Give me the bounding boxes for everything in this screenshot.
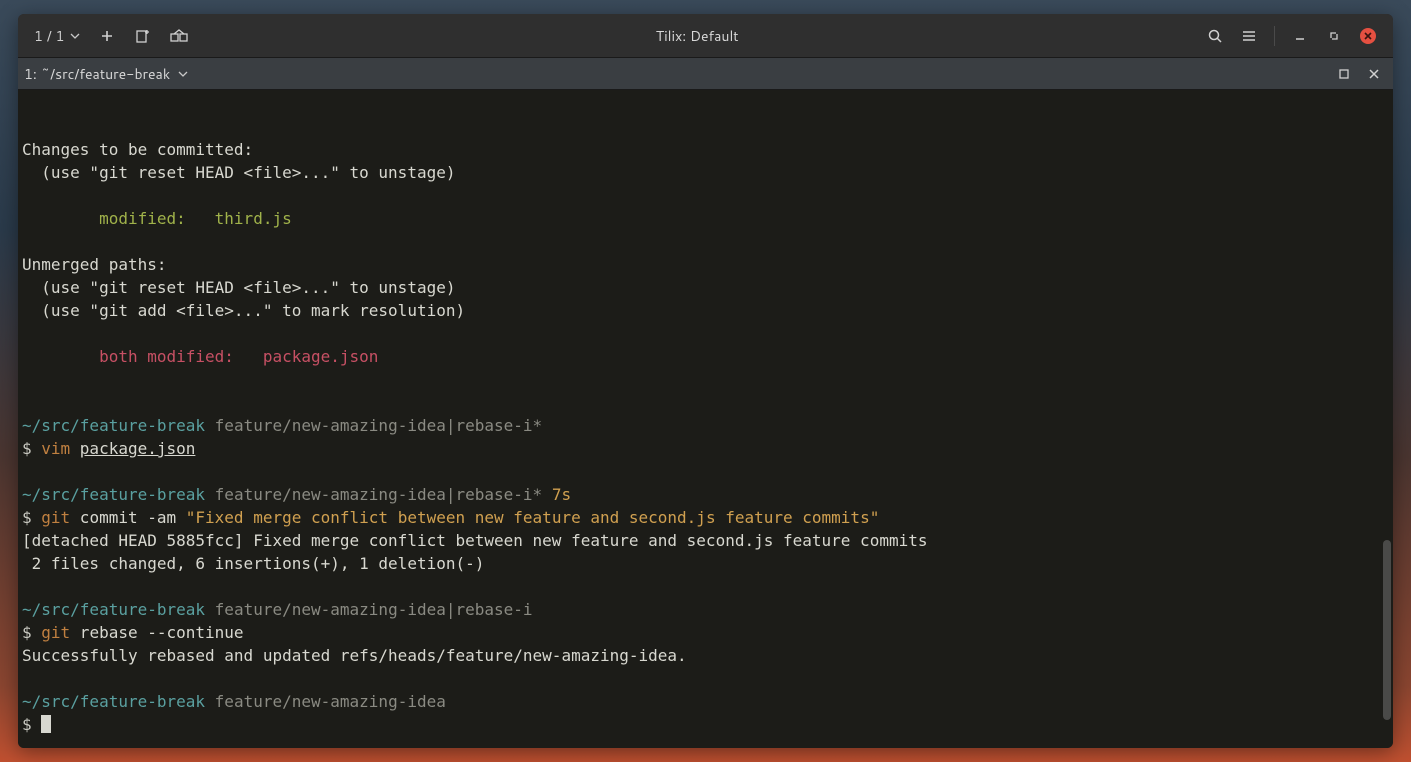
- command-line: $: [22, 715, 51, 734]
- sync-icon: [170, 29, 188, 43]
- prompt-line: ~/src/feature-break feature/new-amazing-…: [22, 485, 571, 504]
- prompt-cwd: ~/src/feature-break: [22, 485, 205, 504]
- close-icon: [1360, 28, 1376, 44]
- command-line: $ git rebase --continue: [22, 623, 244, 642]
- git-status-hint: (use "git reset HEAD <file>..." to unsta…: [22, 163, 455, 182]
- prompt-cwd: ~/src/feature-break: [22, 416, 205, 435]
- chevron-down-icon: [178, 69, 188, 79]
- prompt-cwd: ~/src/feature-break: [22, 692, 205, 711]
- git-status-header: Changes to be committed:: [22, 140, 253, 159]
- session-counter[interactable]: 1 / 1: [28, 26, 86, 46]
- sync-input-button[interactable]: [164, 22, 194, 50]
- command-args: rebase --continue: [70, 623, 243, 642]
- prompt-branch: feature/new-amazing-idea: [215, 692, 446, 711]
- git-unmerged-hint: (use "git add <file>..." to mark resolut…: [22, 301, 465, 320]
- prompt-branch: feature/new-amazing-idea|rebase-i: [215, 600, 533, 619]
- command-line: $ vim package.json: [22, 439, 195, 458]
- output-line: Successfully rebased and updated refs/he…: [22, 646, 687, 665]
- prompt-line: ~/src/feature-break feature/new-amazing-…: [22, 600, 533, 619]
- blank-line: [22, 669, 32, 688]
- git-conflict-file: both modified: package.json: [22, 347, 378, 366]
- maximize-icon: [1328, 30, 1340, 42]
- tab-maximize-button[interactable]: [1331, 62, 1357, 86]
- terminal-viewport[interactable]: Changes to be committed: (use "git reset…: [18, 90, 1393, 748]
- blank-line: [22, 232, 32, 251]
- titlebar-right: [1200, 22, 1383, 50]
- git-staged-file: modified: third.js: [22, 209, 292, 228]
- prompt-time: 7s: [542, 485, 571, 504]
- prompt-dollar: $: [22, 715, 41, 734]
- titlebar: 1 / 1 Tilix: Default: [18, 14, 1393, 58]
- plus-icon: [100, 29, 114, 43]
- tab-controls: [1331, 62, 1387, 86]
- menu-button[interactable]: [1234, 22, 1264, 50]
- command: git: [41, 508, 70, 527]
- command-arg: package.json: [80, 439, 196, 458]
- blank-line: [22, 186, 32, 205]
- terminal-tabbar: 1: ~/src/feature-break: [18, 58, 1393, 90]
- prompt-dollar: $: [22, 439, 41, 458]
- prompt-cwd: ~/src/feature-break: [22, 600, 205, 619]
- tab-label: 1: ~/src/feature-break: [24, 64, 170, 84]
- minimize-button[interactable]: [1285, 22, 1315, 50]
- search-button[interactable]: [1200, 22, 1230, 50]
- prompt-dollar: $: [22, 623, 41, 642]
- blank-line: [22, 462, 32, 481]
- tab-close-button[interactable]: [1361, 62, 1387, 86]
- cursor: [41, 715, 51, 733]
- prompt-line: ~/src/feature-break feature/new-amazing-…: [22, 692, 446, 711]
- chevron-down-icon: [70, 31, 80, 41]
- prompt-branch: feature/new-amazing-idea|rebase-i*: [215, 485, 543, 504]
- session-counter-label: 1 / 1: [34, 26, 64, 46]
- minimize-icon: [1294, 30, 1306, 42]
- blank-line: [22, 324, 32, 343]
- text-line: [22, 117, 32, 136]
- window-title: Tilix: Default: [194, 26, 1200, 46]
- prompt-branch: feature/new-amazing-idea|rebase-i*: [215, 416, 543, 435]
- blank-line: [22, 370, 32, 389]
- separator: [1274, 26, 1275, 46]
- new-tab-icon: [135, 28, 151, 44]
- output-line: [detached HEAD 5885fcc] Fixed merge conf…: [22, 531, 927, 550]
- maximize-pane-icon: [1338, 68, 1350, 80]
- terminal-content: Changes to be committed: (use "git reset…: [22, 92, 1389, 736]
- output-line: 2 files changed, 6 insertions(+), 1 dele…: [22, 554, 484, 573]
- git-unmerged-hint: (use "git reset HEAD <file>..." to unsta…: [22, 278, 455, 297]
- prompt-dollar: $: [22, 508, 41, 527]
- close-button[interactable]: [1353, 22, 1383, 50]
- command-string: "Fixed merge conflict between new featur…: [186, 508, 880, 527]
- tilix-window: 1 / 1 Tilix: Default: [18, 14, 1393, 748]
- git-unmerged-header: Unmerged paths:: [22, 255, 167, 274]
- close-icon: [1368, 68, 1380, 80]
- new-session-button[interactable]: [128, 22, 158, 50]
- add-terminal-button[interactable]: [92, 22, 122, 50]
- terminal-tab[interactable]: 1: ~/src/feature-break: [24, 64, 188, 84]
- command-args: commit -am: [70, 508, 186, 527]
- search-icon: [1207, 28, 1223, 44]
- prompt-line: ~/src/feature-break feature/new-amazing-…: [22, 416, 542, 435]
- titlebar-left: 1 / 1: [28, 22, 194, 50]
- maximize-button[interactable]: [1319, 22, 1349, 50]
- scrollbar[interactable]: [1383, 540, 1391, 720]
- command-line: $ git commit -am "Fixed merge conflict b…: [22, 508, 879, 527]
- command: vim: [41, 439, 80, 458]
- blank-line: [22, 577, 32, 596]
- blank-line: [22, 393, 32, 412]
- hamburger-icon: [1241, 28, 1257, 44]
- command: git: [41, 623, 70, 642]
